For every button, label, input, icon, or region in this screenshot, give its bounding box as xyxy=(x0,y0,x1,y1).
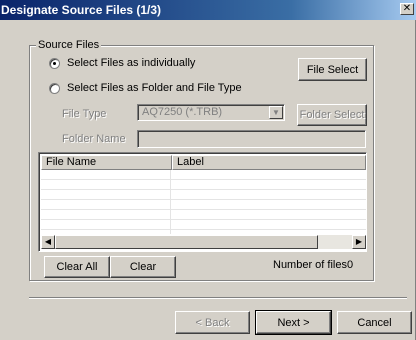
clear-all-button[interactable]: Clear All xyxy=(44,256,110,278)
file-type-dropdown[interactable]: AQ7250 (*.TRB) ▼ xyxy=(137,104,285,121)
file-list-header: File Name Label xyxy=(41,155,366,170)
back-button[interactable]: < Back xyxy=(175,311,250,334)
file-list-rows xyxy=(41,170,366,234)
file-select-button[interactable]: File Select xyxy=(298,58,367,81)
radio-folder-label: Select Files as Folder and File Type xyxy=(67,82,242,94)
folder-select-button[interactable]: Folder Select xyxy=(297,104,367,126)
folder-name-label: Folder Name xyxy=(62,133,126,145)
source-files-group-label: Source Files xyxy=(36,39,102,51)
clear-button[interactable]: Clear xyxy=(110,256,176,278)
horizontal-scrollbar[interactable]: ◀ ▶ xyxy=(41,235,366,249)
window-title: Designate Source Files (1/3) xyxy=(1,3,162,17)
title-bar: Designate Source Files (1/3) ✕ xyxy=(0,0,416,20)
list-item xyxy=(41,200,366,210)
arrow-left-icon: ◀ xyxy=(44,237,52,246)
dialog-window: Designate Source Files (1/3) ✕ Source Fi… xyxy=(0,0,416,340)
radio-select-folder[interactable]: Select Files as Folder and File Type xyxy=(49,82,242,94)
file-list[interactable]: File Name Label ◀ ▶ xyxy=(38,152,367,252)
list-item xyxy=(41,210,366,220)
radio-select-individually[interactable]: Select Files as individually xyxy=(49,57,195,69)
radio-checked-icon xyxy=(49,57,60,69)
cancel-button[interactable]: Cancel xyxy=(337,311,412,334)
list-item xyxy=(41,180,366,190)
number-of-files: Number of files0 xyxy=(273,259,354,271)
scroll-left-button[interactable]: ◀ xyxy=(41,235,55,249)
list-item xyxy=(41,170,366,180)
radio-unchecked-icon xyxy=(49,82,60,94)
chevron-down-icon: ▼ xyxy=(269,106,283,119)
folder-name-field[interactable] xyxy=(137,130,366,148)
file-type-value: AQ7250 (*.TRB) xyxy=(142,106,223,118)
scroll-right-button[interactable]: ▶ xyxy=(352,235,366,249)
column-divider xyxy=(170,170,171,234)
list-item xyxy=(41,220,366,230)
file-type-label: File Type xyxy=(62,108,107,120)
next-button[interactable]: Next > xyxy=(255,310,332,335)
list-item xyxy=(41,190,366,200)
footer-separator xyxy=(29,297,407,299)
arrow-right-icon: ▶ xyxy=(355,237,363,246)
radio-individual-label: Select Files as individually xyxy=(67,57,196,69)
close-button[interactable]: ✕ xyxy=(400,3,414,15)
close-icon: ✕ xyxy=(402,3,412,14)
scrollbar-thumb[interactable] xyxy=(55,235,318,249)
column-label[interactable]: Label xyxy=(172,155,366,170)
column-file-name[interactable]: File Name xyxy=(41,155,172,170)
